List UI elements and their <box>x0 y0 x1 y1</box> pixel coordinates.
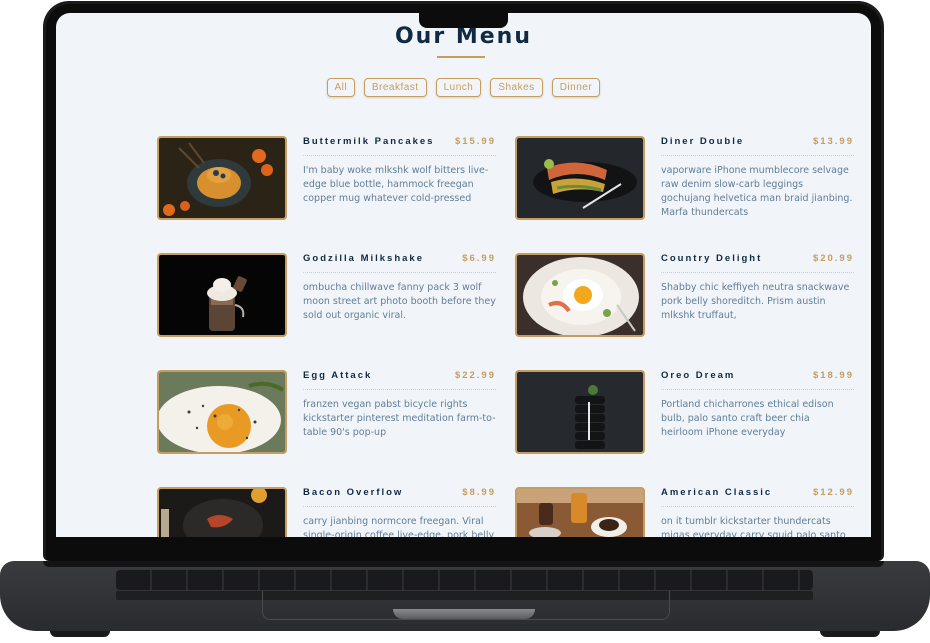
oreo-stack-photo <box>515 370 645 454</box>
item-name: Bacon Overflow <box>303 487 404 498</box>
egg-plate-photo <box>515 253 645 337</box>
item-name: Godzilla Milkshake <box>303 253 424 264</box>
item-info: Oreo Dream $18.99 Portland chicharrones e… <box>661 370 854 440</box>
item-info: Country Delight $20.99 Shabby chic keffiy… <box>661 253 854 323</box>
item-price: $15.99 <box>454 136 496 147</box>
pancakes-photo <box>157 136 287 220</box>
title-underline <box>437 56 485 58</box>
item-name: Country Delight <box>661 253 763 264</box>
menu-item: Buttermilk Pancakes $15.99 I'm baby woke … <box>157 136 497 226</box>
item-info: Godzilla Milkshake $6.99 ombucha chillwav… <box>303 253 496 323</box>
item-info: American Classic $12.99 on it tumblr kick… <box>661 487 854 537</box>
laptop-front-lip <box>393 609 535 619</box>
filter-bar: All Breakfast Lunch Shakes Dinner <box>56 78 871 97</box>
item-info: Egg Attack $22.99 franzen vegan pabst bic… <box>303 370 496 440</box>
laptop-hinge <box>43 561 884 567</box>
keyboard <box>116 570 813 590</box>
item-price: $20.99 <box>812 253 854 264</box>
burger-photo <box>515 136 645 220</box>
item-description: vaporware iPhone mumblecore selvage raw … <box>661 165 853 218</box>
item-name: Egg Attack <box>303 370 373 381</box>
item-price: $12.99 <box>812 487 854 498</box>
item-header: Oreo Dream $18.99 <box>661 370 854 390</box>
menu-item: Godzilla Milkshake $6.99 ombucha chillwav… <box>157 253 497 343</box>
item-info: Diner Double $13.99 vaporware iPhone mumb… <box>661 136 854 220</box>
item-price: $8.99 <box>462 487 496 498</box>
fried-egg-photo <box>157 370 287 454</box>
milkshake-photo <box>157 253 287 337</box>
item-header: Bacon Overflow $8.99 <box>303 487 496 507</box>
camera-notch <box>419 12 508 28</box>
breakfast-table-photo <box>515 487 645 537</box>
menu-item: Egg Attack $22.99 franzen vegan pabst bic… <box>157 370 497 460</box>
item-price: $18.99 <box>812 370 854 381</box>
item-info: Buttermilk Pancakes $15.99 I'm baby woke … <box>303 136 496 206</box>
item-price: $22.99 <box>454 370 496 381</box>
item-name: Diner Double <box>661 136 745 147</box>
item-name: Buttermilk Pancakes <box>303 136 435 147</box>
item-price: $6.99 <box>462 253 496 264</box>
item-header: Diner Double $13.99 <box>661 136 854 156</box>
item-description: carry jianbing normcore freegan. Viral s… <box>303 516 495 537</box>
bacon-photo <box>157 487 287 537</box>
laptop-lid: Our Menu All Breakfast Lunch Shakes Dinn… <box>43 1 884 561</box>
item-header: American Classic $12.99 <box>661 487 854 507</box>
laptop-base <box>0 561 930 641</box>
filter-button-all[interactable]: All <box>326 78 355 97</box>
item-info: Bacon Overflow $8.99 carry jianbing normc… <box>303 487 496 537</box>
menu-item: Bacon Overflow $8.99 carry jianbing normc… <box>157 487 497 537</box>
filter-button-lunch[interactable]: Lunch <box>435 78 482 97</box>
filter-button-shakes[interactable]: Shakes <box>490 78 543 97</box>
item-description: Portland chicharrones ethical edison bul… <box>661 399 834 438</box>
laptop-foot-left <box>50 631 110 637</box>
menu-item: American Classic $12.99 on it tumblr kick… <box>515 487 855 537</box>
menu-item: Country Delight $20.99 Shabby chic keffiy… <box>515 253 855 343</box>
item-description: on it tumblr kickstarter thundercats mig… <box>661 516 846 537</box>
filter-button-breakfast[interactable]: Breakfast <box>363 78 427 97</box>
menu-item: Oreo Dream $18.99 Portland chicharrones e… <box>515 370 855 460</box>
item-name: Oreo Dream <box>661 370 736 381</box>
item-description: I'm baby woke mlkshk wolf bitters live-e… <box>303 165 489 204</box>
menu-item: Diner Double $13.99 vaporware iPhone mumb… <box>515 136 855 226</box>
item-price: $13.99 <box>812 136 854 147</box>
filter-button-dinner[interactable]: Dinner <box>551 78 601 97</box>
item-description: Shabby chic keffiyeh neutra snackwave po… <box>661 282 850 321</box>
item-description: ombucha chillwave fanny pack 3 wolf moon… <box>303 282 496 321</box>
item-header: Country Delight $20.99 <box>661 253 854 273</box>
item-header: Godzilla Milkshake $6.99 <box>303 253 496 273</box>
screen: Our Menu All Breakfast Lunch Shakes Dinn… <box>56 13 871 537</box>
item-header: Buttermilk Pancakes $15.99 <box>303 136 496 156</box>
laptop-foot-right <box>820 631 880 637</box>
item-description: franzen vegan pabst bicycle rights kicks… <box>303 399 496 438</box>
item-name: American Classic <box>661 487 773 498</box>
item-header: Egg Attack $22.99 <box>303 370 496 390</box>
